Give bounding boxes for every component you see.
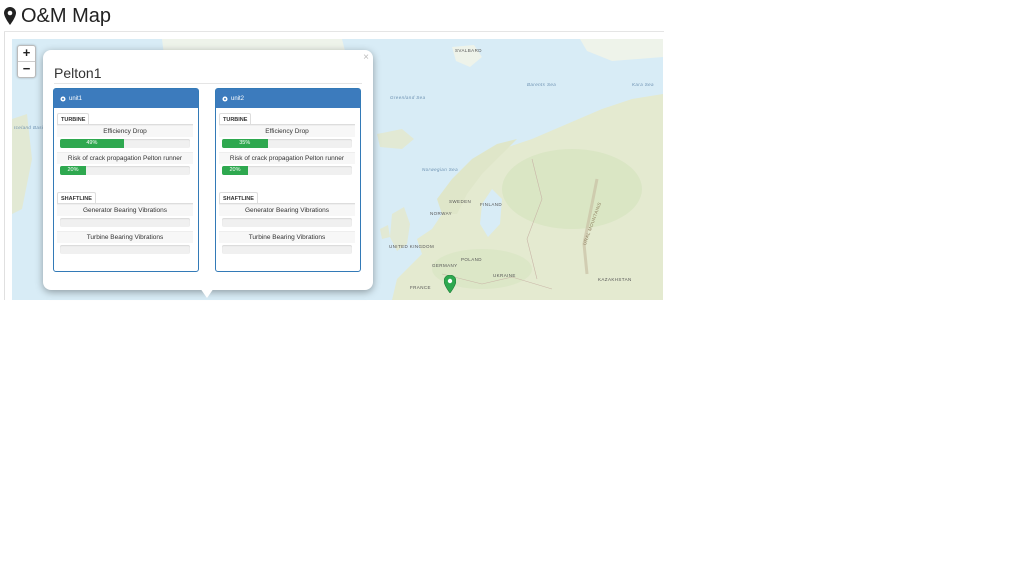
unit-panel: unit2 TURBINE Efficiency Drop 35% Risk o… <box>215 88 361 272</box>
map-label-sweden: SWEDEN <box>449 199 472 204</box>
progress-bar <box>222 218 352 227</box>
metric-label: Turbine Bearing Vibrations <box>57 231 193 243</box>
map-label-united-kingdom: UNITED KINGDOM <box>389 244 435 249</box>
unit-header[interactable]: unit1 <box>54 89 198 108</box>
metric-generator-bearing: Generator Bearing Vibrations <box>219 204 355 227</box>
metric-efficiency-drop: Efficiency Drop 35% <box>219 125 355 148</box>
unit-header[interactable]: unit2 <box>216 89 360 108</box>
metric-label: Efficiency Drop <box>219 125 355 137</box>
popup-tip <box>200 288 214 298</box>
progress-fill: 49% <box>60 139 124 148</box>
map-label-france: FRANCE <box>410 285 431 290</box>
metric-crack-risk: Risk of crack propagation Pelton runner … <box>57 152 193 175</box>
metric-generator-bearing: Generator Bearing Vibrations <box>57 204 193 227</box>
map-label-barents-sea: Barents Sea <box>527 82 557 87</box>
map-label-poland: POLAND <box>461 257 482 262</box>
metric-turbine-bearing: Turbine Bearing Vibrations <box>219 231 355 254</box>
map-label-greenland-sea: Greenland Sea <box>390 95 426 100</box>
metric-efficiency-drop: Efficiency Drop 49% <box>57 125 193 148</box>
progress-bar: 20% <box>60 166 190 175</box>
map-label-svalbard: SVALBARD <box>455 48 482 53</box>
progress-fill: 20% <box>60 166 86 175</box>
page-title-text: O&M Map <box>21 4 112 27</box>
progress-bar <box>222 245 352 254</box>
zoom-control: + − <box>17 45 36 78</box>
map-label-kara-sea: Kara Sea <box>632 82 654 87</box>
location-marker-icon[interactable] <box>444 275 456 293</box>
map-label-finland: FINLAND <box>480 202 503 207</box>
popup-close-button[interactable]: × <box>363 52 369 63</box>
gear-icon <box>60 95 66 102</box>
progress-bar: 20% <box>222 166 352 175</box>
progress-bar <box>60 245 190 254</box>
unit-name: unit1 <box>69 95 83 102</box>
map-label-iceland-basin: Iceland Basin <box>14 125 47 130</box>
map-label-norwegian-sea: Norwegian Sea <box>422 167 458 172</box>
page-title: O&M Map <box>4 4 111 28</box>
map-marker-icon <box>4 7 16 25</box>
unit-panel: unit1 TURBINE Efficiency Drop 49% Risk o… <box>53 88 199 272</box>
progress-fill: 20% <box>222 166 248 175</box>
unit-name: unit2 <box>231 95 245 102</box>
metric-label: Risk of crack propagation Pelton runner <box>219 152 355 164</box>
metric-label: Efficiency Drop <box>57 125 193 137</box>
map-label-norway: NORWAY <box>430 211 453 216</box>
map-label-germany: GERMANY <box>432 263 458 268</box>
progress-bar: 49% <box>60 139 190 148</box>
metric-label: Risk of crack propagation Pelton runner <box>57 152 193 164</box>
metric-crack-risk: Risk of crack propagation Pelton runner … <box>219 152 355 175</box>
progress-bar: 35% <box>222 139 352 148</box>
progress-fill: 35% <box>222 139 268 148</box>
gear-icon <box>222 95 228 102</box>
map-label-kazakhstan: KAZAKHSTAN <box>598 277 632 282</box>
metric-turbine-bearing: Turbine Bearing Vibrations <box>57 231 193 254</box>
station-popup: × Pelton1 unit1 TURBINE Efficiency Drop … <box>43 50 373 298</box>
popup-title: Pelton1 <box>54 65 362 84</box>
zoom-in-button[interactable]: + <box>18 46 35 61</box>
metric-label: Turbine Bearing Vibrations <box>219 231 355 243</box>
zoom-out-button[interactable]: − <box>18 61 35 77</box>
metric-label: Generator Bearing Vibrations <box>219 204 355 216</box>
map-label-ukraine: UKRAINE <box>493 273 516 278</box>
progress-bar <box>60 218 190 227</box>
metric-label: Generator Bearing Vibrations <box>57 204 193 216</box>
